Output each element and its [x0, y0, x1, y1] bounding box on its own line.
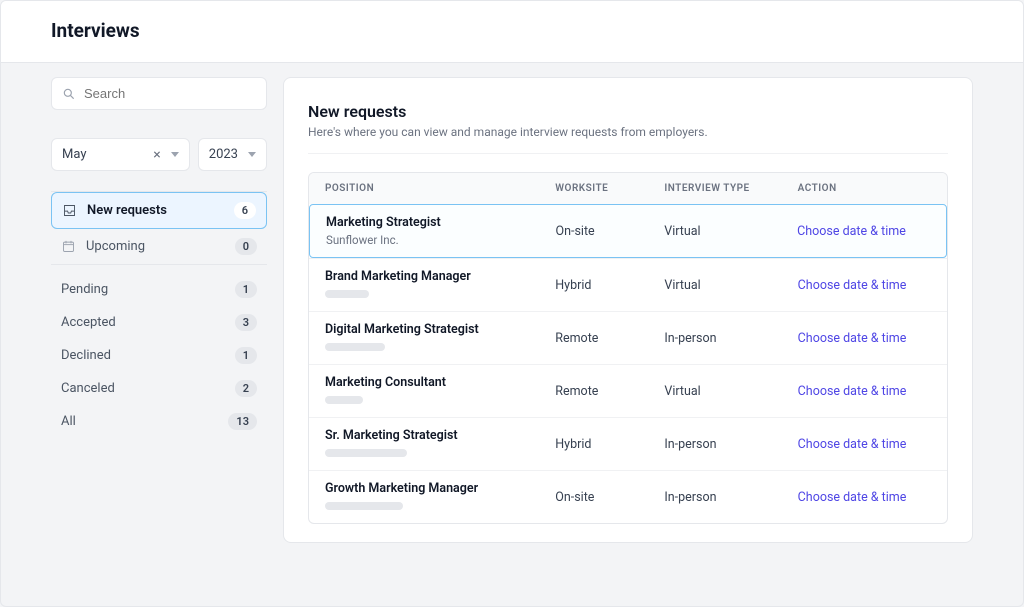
page-title: Interviews — [51, 19, 973, 42]
sidebar: May × 2023 New requests — [51, 77, 267, 543]
choose-date-time-link[interactable]: Choose date & time — [798, 437, 907, 452]
choose-date-time-link[interactable]: Choose date & time — [797, 224, 906, 239]
position-title: Marketing Consultant — [325, 375, 555, 390]
choose-date-time-link[interactable]: Choose date & time — [798, 331, 907, 346]
chevron-down-icon — [171, 152, 179, 157]
table-row[interactable]: Digital Marketing StrategistRemoteIn-per… — [309, 311, 947, 364]
sidebar-item-filter[interactable]: Accepted 3 — [51, 306, 267, 339]
choose-date-time-link[interactable]: Choose date & time — [798, 384, 907, 399]
sidebar-item-label: Accepted — [61, 315, 116, 330]
interview-type-value: In-person — [664, 437, 797, 452]
main-title: New requests — [308, 102, 948, 121]
sidebar-item-label: All — [61, 414, 76, 429]
col-interview-type: INTERVIEW TYPE — [664, 183, 797, 194]
inbox-icon — [62, 203, 77, 218]
sidebar-item-filter[interactable]: Canceled 2 — [51, 372, 267, 405]
skeleton-placeholder — [325, 290, 369, 298]
table-row[interactable]: Growth Marketing ManagerOn-siteIn-person… — [309, 470, 947, 523]
chevron-down-icon — [248, 152, 256, 157]
interview-type-value: In-person — [664, 490, 797, 505]
main-subtitle: Here's where you can view and manage int… — [308, 125, 948, 139]
interview-type-value: Virtual — [664, 224, 797, 239]
count-badge: 13 — [228, 413, 257, 430]
col-worksite: WORKSITE — [555, 183, 664, 194]
interview-type-value: Virtual — [664, 384, 797, 399]
month-value: May — [62, 147, 86, 162]
interview-type-value: In-person — [664, 331, 797, 346]
search-box[interactable] — [51, 77, 267, 110]
table-row[interactable]: Brand Marketing ManagerHybridVirtualChoo… — [309, 258, 947, 311]
sidebar-item-label: Pending — [61, 282, 108, 297]
worksite-value: Hybrid — [555, 278, 664, 293]
count-badge: 1 — [235, 347, 257, 364]
col-action: ACTION — [798, 183, 931, 194]
count-badge: 2 — [235, 380, 257, 397]
position-title: Digital Marketing Strategist — [325, 322, 555, 337]
count-badge: 6 — [234, 202, 256, 219]
search-icon — [62, 87, 76, 101]
skeleton-placeholder — [325, 343, 385, 351]
skeleton-placeholder — [325, 502, 403, 510]
sidebar-item-label: Canceled — [61, 381, 115, 396]
sidebar-item-upcoming[interactable]: Upcoming 0 — [51, 229, 267, 264]
worksite-value: Remote — [555, 384, 664, 399]
position-title: Growth Marketing Manager — [325, 481, 555, 496]
sidebar-item-label: New requests — [87, 203, 167, 218]
main-panel: New requests Here's where you can view a… — [283, 77, 973, 543]
worksite-value: Hybrid — [555, 437, 664, 452]
count-badge: 0 — [235, 238, 257, 255]
sidebar-primary-group: New requests 6 Upcoming 0 — [51, 191, 267, 265]
year-select[interactable]: 2023 — [198, 138, 267, 171]
position-title: Sr. Marketing Strategist — [325, 428, 555, 443]
month-select[interactable]: May × — [51, 138, 190, 171]
skeleton-placeholder — [325, 449, 407, 457]
sidebar-item-filter[interactable]: Pending 1 — [51, 273, 267, 306]
position-title: Brand Marketing Manager — [325, 269, 555, 284]
sidebar-item-new-requests[interactable]: New requests 6 — [51, 192, 267, 229]
choose-date-time-link[interactable]: Choose date & time — [798, 278, 907, 293]
sidebar-item-filter[interactable]: All 13 — [51, 405, 267, 438]
table-row[interactable]: Marketing ConsultantRemoteVirtualChoose … — [309, 364, 947, 417]
divider — [308, 153, 948, 154]
worksite-value: Remote — [555, 331, 664, 346]
clear-icon[interactable]: × — [153, 148, 160, 162]
search-input[interactable] — [84, 86, 256, 101]
choose-date-time-link[interactable]: Choose date & time — [798, 490, 907, 505]
sidebar-filter-list: Pending 1 Accepted 3 Declined 1 Canceled 2 All 13 — [51, 273, 267, 438]
count-badge: 1 — [235, 281, 257, 298]
col-position: POSITION — [325, 183, 555, 194]
interview-type-value: Virtual — [664, 278, 797, 293]
table-header: POSITION WORKSITE INTERVIEW TYPE ACTION — [309, 173, 947, 204]
requests-table: POSITION WORKSITE INTERVIEW TYPE ACTION … — [308, 172, 948, 524]
year-value: 2023 — [209, 147, 238, 162]
count-badge: 3 — [235, 314, 257, 331]
worksite-value: On-site — [555, 490, 664, 505]
skeleton-placeholder — [325, 396, 363, 404]
calendar-icon — [61, 239, 76, 254]
company-name: Sunflower Inc. — [326, 233, 556, 247]
sidebar-item-filter[interactable]: Declined 1 — [51, 339, 267, 372]
sidebar-item-label: Declined — [61, 348, 111, 363]
table-row[interactable]: Marketing Strategist Sunflower Inc.On-sit… — [309, 204, 947, 258]
position-title: Marketing Strategist — [326, 215, 556, 230]
worksite-value: On-site — [556, 224, 665, 239]
sidebar-item-label: Upcoming — [86, 239, 145, 254]
table-row[interactable]: Sr. Marketing StrategistHybridIn-personC… — [309, 417, 947, 470]
